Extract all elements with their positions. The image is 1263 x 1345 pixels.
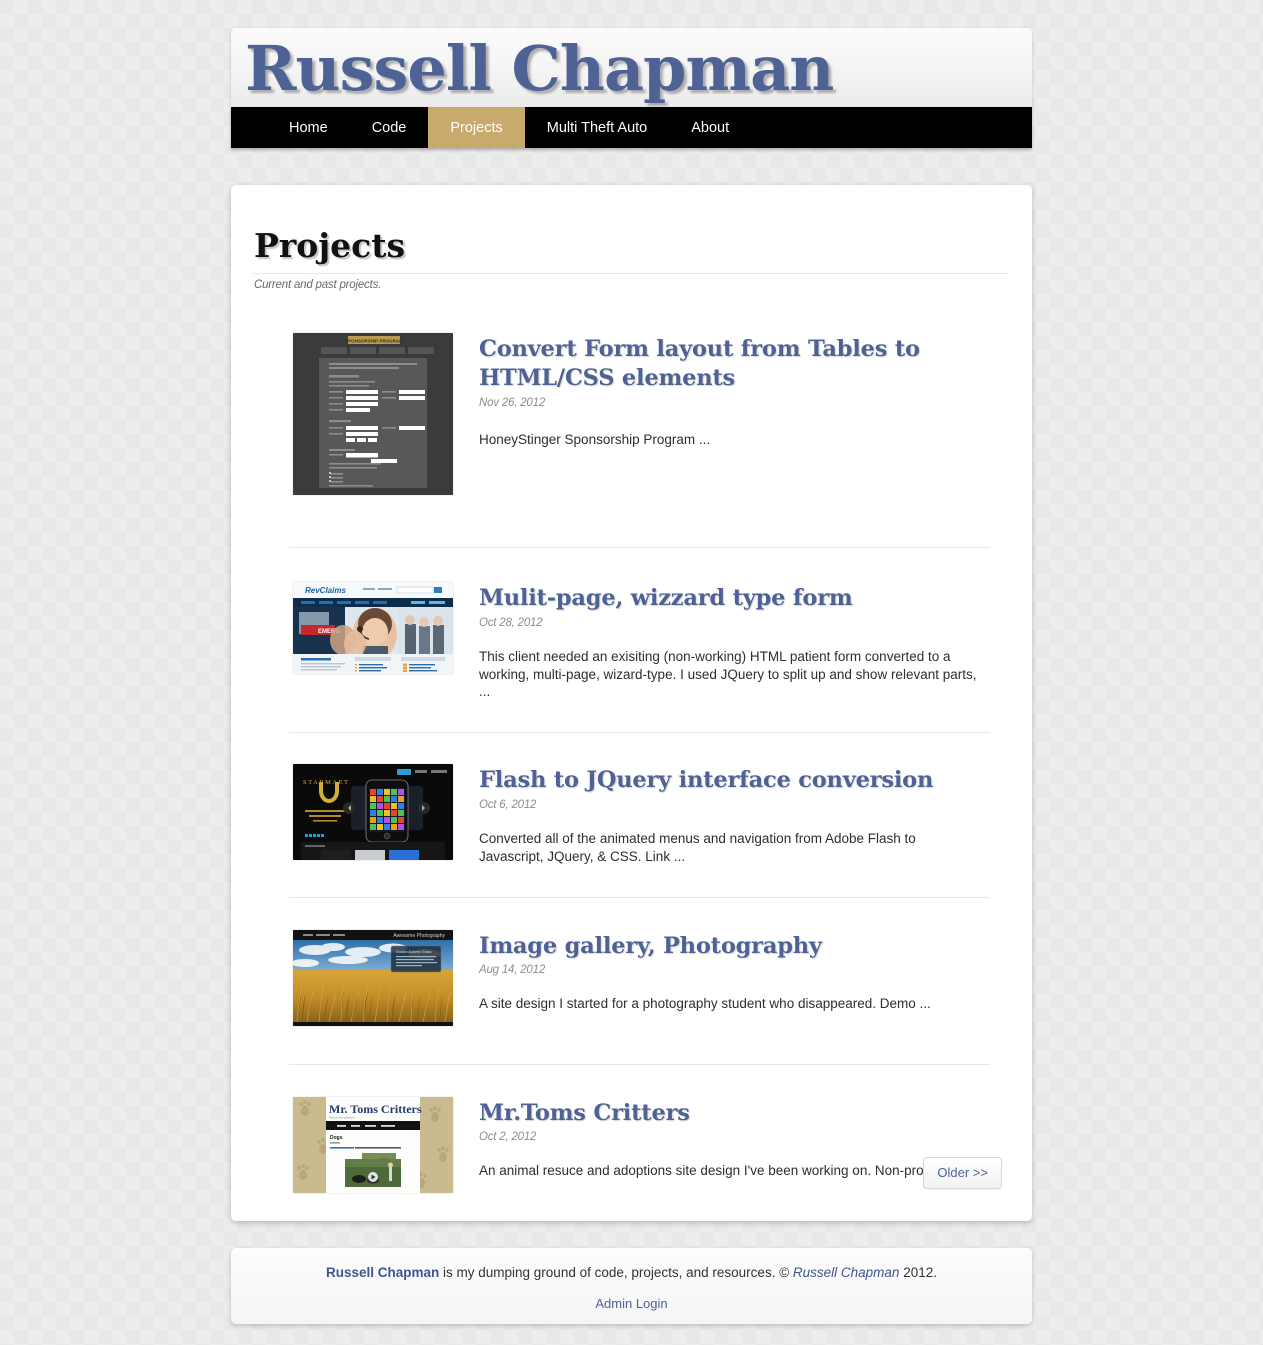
thumb-mobile-game-site[interactable]: STARMAET [293,764,453,861]
svg-text:STARMAET: STARMAET [303,779,350,786]
svg-text:Rescue and adoptions: Rescue and adoptions [329,1115,356,1119]
entry-divider [289,732,990,734]
footer-site-name: Russell Chapman [325,1265,440,1280]
masthead: Russell Chapman [231,28,1032,108]
project-date: Oct 2, 2012 [479,1131,537,1144]
page-title: Projects [254,226,406,265]
footer-credit: Russell Chapman is my dumping ground of … [231,1265,1032,1280]
project-body: Convert Form layout from Tables to HTML/… [479,333,1002,448]
project-excerpt: Converted all of the animated menus and … [479,830,916,864]
project-excerpt: An animal resuce and adoptions site desi… [479,1163,978,1179]
footer-year: 2012. [899,1265,937,1280]
svg-text:SPONSORSHIP PROGRAM: SPONSORSHIP PROGRAM [345,338,403,343]
project-title[interactable]: Convert Form layout from Tables to HTML/… [479,335,1002,393]
main-content-card: Projects Current and past projects. SPON… [231,185,1032,1221]
page-subtitle: Current and past projects. [254,278,382,291]
page-root: Russell Chapman Home Code Projects Multi… [0,0,1263,1345]
svg-text:Awesome Photography: Awesome Photography [393,933,445,939]
thumb-sponsorship-form[interactable]: SPONSORSHIP PROGRAM [293,332,453,495]
site-footer: Russell Chapman is my dumping ground of … [231,1248,1032,1324]
older-posts-button[interactable]: Older >> [923,1157,1002,1189]
entry-divider [289,1063,990,1065]
project-entry: SPONSORSHIP PROGRAM Convert Form layout … [253,332,1002,495]
project-entry: Awesome Photography Golden Autumn Grass … [253,929,1002,1026]
project-title[interactable]: Mulit-page, wizzard type form [479,584,1002,613]
svg-text:Mr. Toms Critters: Mr. Toms Critters [329,1102,422,1116]
admin-login-link[interactable]: Admin Login [595,1296,667,1311]
project-title[interactable]: Mr.Toms Critters [479,1099,1002,1128]
project-entry: STARMAET Flash to JQuery interface conve… [253,764,1002,865]
project-list: SPONSORSHIP PROGRAM Convert Form layout … [253,332,1002,1193]
project-date: Nov 26, 2012 [479,396,546,409]
nav-item-about[interactable]: About [669,107,751,148]
footer-text: is my dumping ground of code, projects, … [439,1265,793,1280]
thumb-critters-site[interactable]: Mr. Toms Critters Rescue and adoptions D… [293,1096,453,1193]
nav-item-multi-theft-auto[interactable]: Multi Theft Auto [525,107,669,148]
project-body: Image gallery, Photography Aug 14, 2012 … [479,930,1002,1014]
title-divider [253,272,1008,274]
svg-text:RevClaims: RevClaims [305,586,346,595]
project-excerpt: HoneyStinger Sponsorship Program ... [479,431,711,447]
svg-text:Golden Autumn Grass: Golden Autumn Grass [396,950,432,954]
nav-item-home[interactable]: Home [263,107,350,148]
nav-item-code[interactable]: Code [350,107,429,148]
footer-copyright-name: Russell Chapman [792,1265,900,1280]
site-header: Russell Chapman Home Code Projects Multi… [231,28,1032,149]
entry-divider [289,546,990,548]
site-title: Russell Chapman [245,32,834,105]
pagination: Older >> [923,1157,1002,1189]
project-entry: Mr. Toms Critters Rescue and adoptions D… [253,1096,1002,1193]
project-body: Flash to JQuery interface conversion Oct… [479,764,1002,865]
svg-text:Dogs: Dogs [330,1135,343,1141]
project-title[interactable]: Flash to JQuery interface conversion [479,766,1002,795]
entry-divider [289,896,990,898]
nav-item-projects[interactable]: Projects [428,107,525,149]
main-navigation: Home Code Projects Multi Theft Auto Abou… [231,107,1032,149]
project-date: Aug 14, 2012 [479,964,546,977]
project-body: Mulit-page, wizzard type form Oct 28, 20… [479,582,1002,701]
project-date: Oct 6, 2012 [479,798,537,811]
project-excerpt: A site design I started for a photograph… [479,996,931,1012]
project-date: Oct 28, 2012 [479,616,543,629]
project-title[interactable]: Image gallery, Photography [479,932,1002,961]
project-excerpt: This client needed an exisiting (non-wor… [479,648,977,700]
thumb-medical-site[interactable]: RevClaims EMERG [293,581,453,674]
thumb-photography-site[interactable]: Awesome Photography Golden Autumn Grass [293,929,453,1026]
project-entry: RevClaims EMERG Mulit-page, wizzard type… [253,581,1002,701]
